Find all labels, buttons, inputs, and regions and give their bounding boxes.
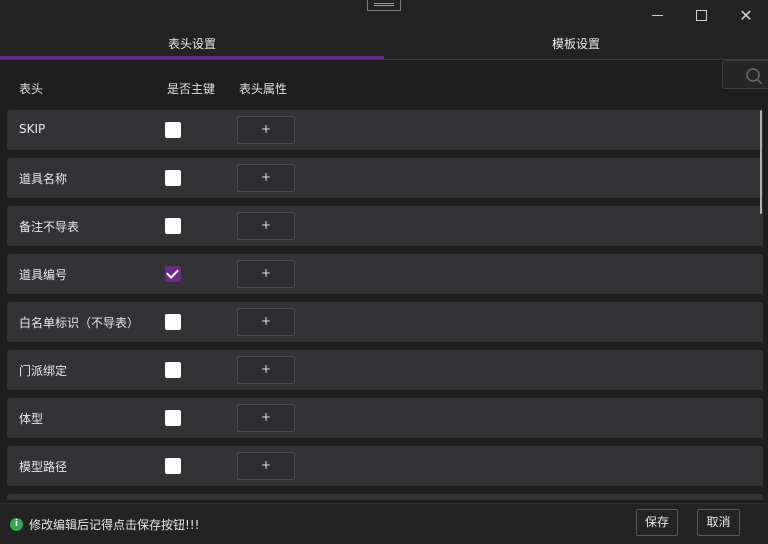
column-header-primary-key: 是否主键 [167,82,216,96]
row-name: 门派绑定 [19,364,68,378]
add-attribute-button[interactable]: + [237,164,295,192]
minimize-button[interactable] [642,4,672,26]
info-icon: i [10,518,23,531]
add-attribute-button[interactable]: + [237,356,295,384]
add-attribute-button[interactable]: + [237,260,295,288]
table-row: 道具名称 + [7,158,763,198]
tab-divider [0,59,768,60]
row-name: 备注不导表 [19,220,80,234]
table-row: 备注不导表 + [7,206,763,246]
add-attribute-button[interactable]: + [237,116,295,144]
row-name: 模型路径 [19,460,68,474]
table-row [7,494,763,500]
add-attribute-button[interactable]: + [237,212,295,240]
primary-key-checkbox[interactable] [165,314,181,330]
table-row: 白名单标识（不导表） + [7,302,763,342]
table-row: SKIP + [7,110,763,150]
primary-key-checkbox[interactable] [165,362,181,378]
primary-key-checkbox[interactable] [165,410,181,426]
maximize-button[interactable] [686,4,716,26]
drag-handle[interactable] [367,0,401,11]
close-icon: ✕ [739,5,753,25]
row-name: SKIP [19,122,46,136]
primary-key-checkbox[interactable] [165,170,181,186]
add-attribute-button[interactable]: + [237,404,295,432]
save-reminder-message: 修改编辑后记得点击保存按钮!!! [29,518,200,532]
maximize-icon [695,9,707,21]
table-row: 道具编号 + [7,254,763,294]
footer-bar: i 修改编辑后记得点击保存按钮!!! 保存 取消 [0,503,768,544]
search-input[interactable] [722,60,768,89]
row-name: 体型 [19,412,44,426]
table-row: 体型 + [7,398,763,438]
column-header-attributes: 表头属性 [239,82,288,96]
add-attribute-button[interactable]: + [237,308,295,336]
row-name: 白名单标识（不导表） [19,316,140,330]
search-icon [746,68,763,85]
column-header-name: 表头 [19,82,44,96]
table-row: 门派绑定 + [7,350,763,390]
primary-key-checkbox[interactable] [165,122,181,138]
row-name: 道具名称 [19,172,68,186]
cancel-button[interactable]: 取消 [697,509,740,536]
close-button[interactable]: ✕ [731,4,761,26]
add-attribute-button[interactable]: + [237,452,295,480]
header-list: SKIP + 道具名称 + 备注不导表 + 道具编号 + 白名单标识（不导表） … [7,110,764,500]
primary-key-checkbox[interactable] [165,458,181,474]
title-bar: ✕ [0,0,768,32]
row-name: 道具编号 [19,268,68,282]
tab-template-settings[interactable]: 模板设置 [384,32,768,60]
primary-key-checkbox[interactable] [165,218,181,234]
scrollbar[interactable] [760,110,762,214]
table-row: 模型路径 + [7,446,763,486]
primary-key-checkbox[interactable] [165,266,181,282]
save-button[interactable]: 保存 [636,509,678,536]
minimize-icon [651,14,663,16]
